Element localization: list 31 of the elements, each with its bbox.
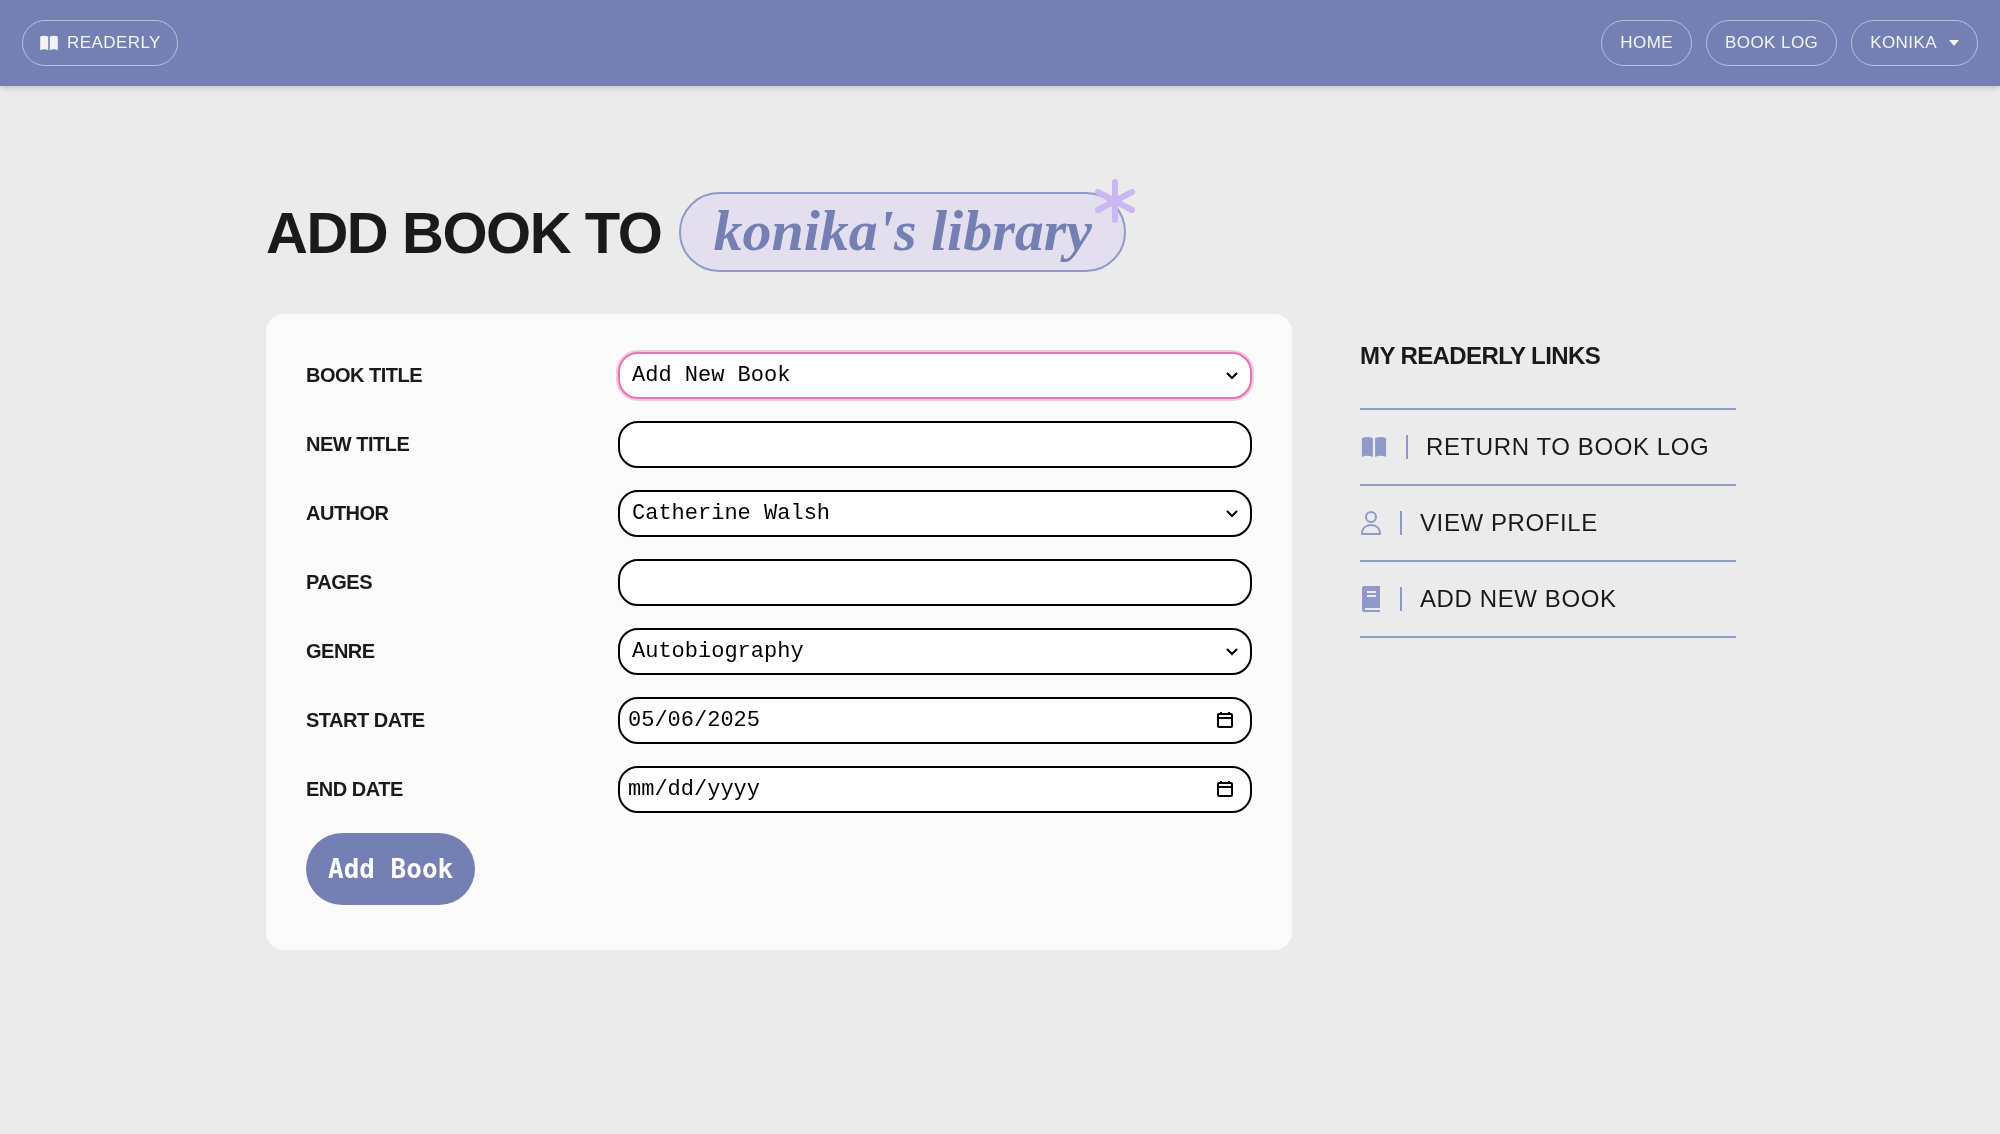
select-field[interactable]: Autobiography: [618, 628, 1252, 675]
book-icon: [1360, 586, 1382, 612]
field-label: AUTHOR: [306, 501, 390, 526]
select-field[interactable]: Catherine Walsh: [618, 490, 1252, 537]
person-icon: [1360, 510, 1382, 536]
sidebar-link[interactable]: ADD NEW BOOK: [1420, 581, 1617, 617]
input-field[interactable]: [618, 421, 1252, 468]
select-field[interactable]: Add New Book: [618, 352, 1252, 399]
field-label: END DATE: [306, 777, 404, 802]
field-label: BOOK TITLE: [306, 363, 424, 388]
chevron-down-icon: [1226, 509, 1238, 518]
chevron-down-icon: [1226, 371, 1238, 380]
field-label: NEW TITLE: [306, 432, 411, 457]
sidebar-title: MY READERLY LINKS: [1360, 341, 1602, 371]
open-book-icon: [39, 35, 59, 51]
add-book-button[interactable]: Add Book: [306, 833, 476, 905]
sidebar-link[interactable]: RETURN TO BOOK LOG: [1426, 429, 1710, 465]
field-label: GENRE: [306, 639, 376, 664]
calendar-icon: [1216, 711, 1234, 729]
library-name: konika's library: [679, 192, 1127, 272]
open-book-icon: [1360, 436, 1388, 458]
page-title: ADD BOOK TO: [266, 198, 662, 267]
caret-icon: [1949, 40, 1959, 46]
chevron-down-icon: [1226, 647, 1238, 656]
input-field[interactable]: [618, 559, 1252, 606]
calendar-icon: [1216, 780, 1234, 798]
date-field[interactable]: mm/dd/yyyy: [618, 766, 1252, 813]
field-label: PAGES: [306, 570, 374, 595]
field-label: START DATE: [306, 708, 426, 733]
date-field[interactable]: 05/06/2025: [618, 697, 1252, 744]
sidebar-link[interactable]: VIEW PROFILE: [1420, 505, 1598, 541]
